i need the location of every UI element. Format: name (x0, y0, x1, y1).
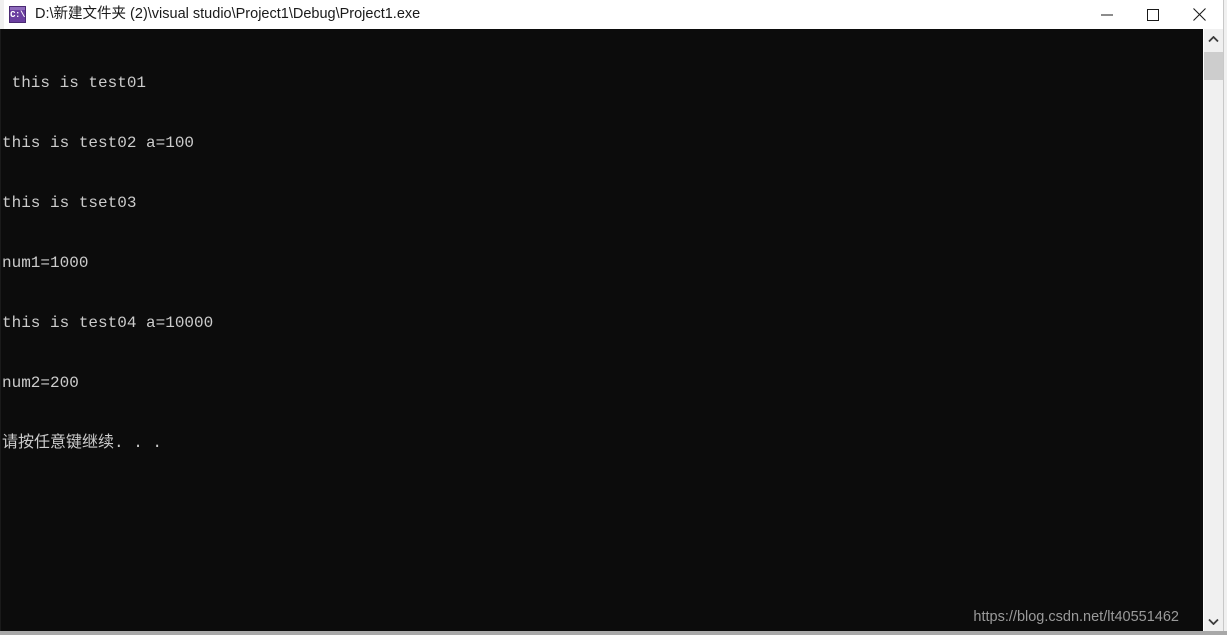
window-titlebar[interactable]: C:\ D:\新建文件夹 (2)\visual studio\Project1\… (0, 0, 1227, 29)
scroll-down-arrow[interactable] (1204, 611, 1223, 631)
window-bottom-frame (0, 631, 1227, 635)
chevron-up-icon (1208, 35, 1219, 42)
console-line: 请按任意键继续. . . (2, 434, 163, 452)
console-output-area[interactable]: this is test01 this is test02 a=100 this… (0, 29, 1203, 631)
console-line: this is tset03 (2, 194, 137, 212)
console-line: num1=1000 (2, 254, 89, 272)
minimize-button[interactable] (1084, 0, 1130, 29)
console-window: C:\ D:\新建文件夹 (2)\visual studio\Project1\… (0, 0, 1227, 635)
maximize-button[interactable] (1130, 0, 1176, 29)
console-text-block: this is test01 this is test02 a=100 this… (2, 33, 213, 493)
console-line: this is test02 a=100 (2, 134, 195, 152)
chevron-down-icon (1208, 618, 1219, 625)
console-line: this is test04 a=10000 (2, 314, 214, 332)
minimize-icon (1101, 14, 1113, 15)
scroll-thumb[interactable] (1204, 52, 1223, 80)
scroll-up-arrow[interactable] (1204, 29, 1223, 49)
console-app-icon: C:\ (9, 6, 26, 23)
maximize-icon (1147, 8, 1159, 21)
scroll-track[interactable] (1204, 49, 1223, 611)
console-left-edge (0, 29, 1, 631)
icon-glyph-label: C:\ (10, 10, 25, 20)
console-line: num2=200 (2, 374, 79, 392)
window-title: D:\新建文件夹 (2)\visual studio\Project1\Debu… (35, 6, 421, 22)
vertical-scrollbar[interactable] (1203, 29, 1223, 631)
close-button[interactable] (1176, 0, 1222, 29)
window-right-frame (1223, 0, 1227, 635)
close-icon (1192, 8, 1206, 21)
titlebar-left-edge (0, 0, 4, 29)
console-line: this is test01 (2, 74, 147, 92)
watermark-url: https://blog.csdn.net/lt40551462 (973, 609, 1179, 625)
